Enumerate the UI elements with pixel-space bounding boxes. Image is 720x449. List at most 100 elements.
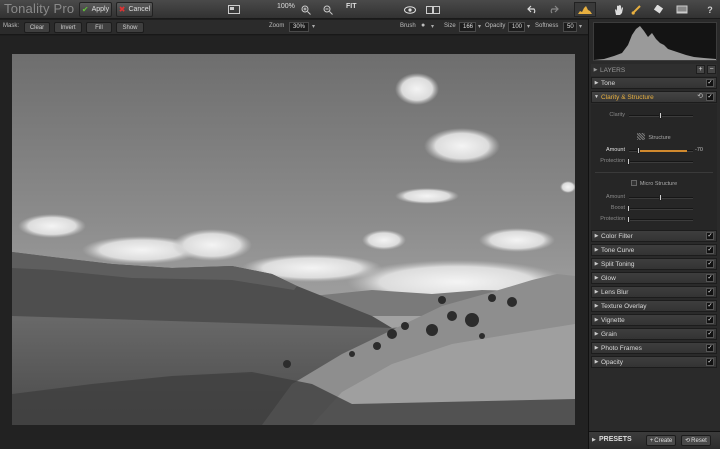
close-icon: ✖ — [118, 5, 126, 14]
filter-row[interactable]: ▶ Opacity ✓ — [591, 356, 717, 368]
slider-label: Amount — [606, 194, 625, 200]
image-canvas[interactable] — [0, 36, 588, 449]
slider-knob[interactable] — [659, 112, 662, 119]
filter-row[interactable]: ▶ Grain ✓ — [591, 328, 717, 340]
fit-button[interactable]: FIT — [346, 3, 357, 10]
reset-button[interactable]: ⟲ Reset — [681, 435, 711, 446]
micro-amount-slider[interactable]: Amount — [591, 193, 717, 203]
undo-icon[interactable] — [524, 2, 540, 17]
filter-row[interactable]: ▶ Color Filter ✓ — [591, 230, 717, 242]
remove-layer-icon[interactable]: − — [707, 65, 716, 74]
filter-label: Tone Curve — [601, 246, 635, 254]
create-preset-button[interactable]: + Create — [646, 435, 676, 446]
enable-checkbox[interactable]: ✓ — [706, 358, 714, 366]
enable-checkbox[interactable]: ✓ — [706, 260, 714, 268]
slider-track[interactable] — [629, 208, 693, 210]
slider-knob[interactable] — [627, 216, 630, 223]
slider-label: Boost — [610, 205, 625, 211]
enable-checkbox[interactable]: ✓ — [706, 316, 714, 324]
brush-tool-icon[interactable] — [628, 2, 644, 17]
slider-label: Protection — [600, 158, 625, 164]
filter-label: Vignette — [601, 316, 625, 324]
enable-checkbox[interactable]: ✓ — [706, 274, 714, 282]
filter-row[interactable]: ▶ Photo Frames ✓ — [591, 342, 717, 354]
zoom-in-icon[interactable] — [298, 2, 314, 17]
enable-checkbox[interactable]: ✓ — [706, 79, 714, 87]
structure-amount-slider[interactable]: Amount -70 — [591, 146, 717, 156]
filter-label: Opacity — [601, 358, 624, 366]
softness-value-field[interactable]: 50 — [563, 22, 577, 32]
split-view-icon[interactable] — [424, 2, 442, 17]
zoom-100-button[interactable]: 100% — [277, 3, 295, 10]
layers-header[interactable]: ▶ LAYERS + − — [591, 64, 717, 76]
filter-row[interactable]: ▶ Vignette ✓ — [591, 314, 717, 326]
eraser-tool-icon[interactable] — [650, 2, 666, 17]
mask-invert-button[interactable]: Invert — [54, 22, 82, 33]
expand-triangle-icon: ▶ — [594, 331, 599, 337]
expand-triangle-icon[interactable]: ▶ — [592, 437, 596, 443]
size-dropdown-icon[interactable]: ▾ — [478, 23, 481, 30]
reset-icon: ⟲ — [685, 438, 691, 444]
slider-knob[interactable] — [627, 205, 630, 212]
slider-value: -70 — [695, 147, 703, 153]
slider-track[interactable] — [629, 219, 693, 221]
reset-filter-icon[interactable]: ⟲ — [697, 92, 703, 100]
compare-view-icon[interactable] — [226, 2, 242, 17]
zoom-out-icon[interactable] — [320, 2, 336, 17]
expand-triangle-icon: ▶ — [594, 233, 599, 239]
slider-knob[interactable] — [636, 147, 640, 154]
zoom-value-field[interactable]: 30% — [289, 22, 309, 32]
cancel-button[interactable]: ✖ Cancel — [116, 2, 153, 17]
opacity-value-field[interactable]: 100 — [508, 22, 525, 32]
histogram-toggle-icon[interactable] — [574, 2, 596, 17]
micro-boost-slider[interactable]: Boost — [591, 204, 717, 214]
softness-dropdown-icon[interactable]: ▾ — [579, 23, 582, 30]
enable-checkbox[interactable]: ✓ — [706, 344, 714, 352]
brush-label: Brush — [400, 23, 416, 29]
mask-clear-button[interactable]: Clear — [24, 22, 50, 33]
filter-row[interactable]: ▶ Texture Overlay ✓ — [591, 300, 717, 312]
enable-checkbox[interactable]: ✓ — [706, 232, 714, 240]
filter-row[interactable]: ▶ Glow ✓ — [591, 272, 717, 284]
enable-checkbox[interactable]: ✓ — [706, 302, 714, 310]
help-icon[interactable]: ? — [702, 2, 718, 17]
redo-icon[interactable] — [545, 2, 561, 17]
filter-row[interactable]: ▶ Tone Curve ✓ — [591, 244, 717, 256]
enable-checkbox[interactable]: ✓ — [706, 93, 714, 101]
enable-checkbox[interactable]: ✓ — [706, 246, 714, 254]
filter-row[interactable]: ▶ Split Toning ✓ — [591, 258, 717, 270]
preview-eye-icon[interactable] — [402, 2, 418, 17]
micro-structure-checkbox[interactable] — [630, 180, 637, 186]
filter-row[interactable]: ▶ Lens Blur ✓ — [591, 286, 717, 298]
slider-knob[interactable] — [659, 194, 662, 201]
opacity-label: Opacity — [485, 23, 506, 29]
mask-show-button[interactable]: Show — [116, 22, 144, 33]
structure-protection-slider[interactable]: Protection — [591, 157, 717, 167]
micro-protection-slider[interactable]: Protection — [591, 215, 717, 225]
micro-structure-section-title[interactable]: Micro Structure — [591, 180, 717, 187]
presets-label[interactable]: PRESETS — [599, 436, 632, 443]
filter-row-clarity-structure[interactable]: ▼ Clarity & Structure ⟲ ✓ — [591, 91, 717, 103]
fullscreen-icon[interactable] — [674, 2, 690, 17]
mask-fill-button[interactable]: Fill — [86, 22, 112, 33]
enable-checkbox[interactable]: ✓ — [706, 330, 714, 338]
expand-triangle-icon: ▶ — [594, 303, 599, 309]
filter-row-tone[interactable]: ▶ Tone ✓ — [591, 77, 717, 89]
brush-dropdown-icon[interactable]: ▾ — [431, 23, 434, 30]
photo-preview[interactable] — [12, 54, 575, 425]
clarity-slider[interactable]: Clarity — [591, 111, 717, 121]
app-title: Tonality Pro — [4, 1, 75, 16]
zoom-dropdown-icon[interactable]: ▾ — [312, 23, 315, 30]
slider-track[interactable] — [629, 161, 693, 163]
brush-shape-icon[interactable]: ● — [421, 22, 425, 29]
size-value-field[interactable]: 166 — [459, 22, 476, 32]
slider-knob[interactable] — [627, 158, 630, 165]
hand-tool-icon[interactable] — [610, 2, 626, 17]
expand-triangle-icon: ▶ — [594, 345, 599, 351]
apply-button[interactable]: ✔ Apply — [79, 2, 112, 17]
enable-checkbox[interactable]: ✓ — [706, 288, 714, 296]
add-layer-icon[interactable]: + — [696, 65, 705, 74]
filter-label: Split Toning — [601, 260, 635, 268]
collapse-triangle-icon: ▼ — [594, 94, 599, 100]
opacity-dropdown-icon[interactable]: ▾ — [527, 23, 530, 30]
